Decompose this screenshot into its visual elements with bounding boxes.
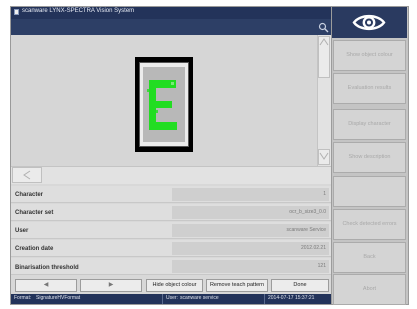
search-icon[interactable] [318,22,329,33]
display-character-button[interactable]: Display character [333,109,406,140]
status-format-label: Format: [14,295,32,301]
property-value-character-set: ocr_b_size3_0.0 [172,206,329,219]
property-value-character: 1 [172,188,329,201]
viewer-toolbar [11,19,331,35]
next-button[interactable]: ▶ [80,279,142,292]
status-user-value: scanware service [180,295,219,301]
status-format-value: SignatureHVFormat [36,295,81,301]
glyph-e [147,80,177,130]
property-label-creation-date: Creation date [15,246,54,252]
app-icon [14,9,19,15]
property-label-binarisation-threshold: Binarisation threshold [15,265,79,271]
character-glyph [147,80,177,130]
property-value-user: scanware Service [172,224,329,237]
status-divider [162,294,163,304]
check-detected-errors-button[interactable]: Check detected errors [333,209,406,240]
chevron-up-icon [319,38,329,46]
show-description-button[interactable]: Show description [333,142,406,173]
chevron-left-icon [23,170,31,180]
previous-button[interactable]: ◀ [15,279,77,292]
show-object-colour-button[interactable]: Show object colour [333,40,406,71]
remove-teach-pattern-button[interactable]: Remove teach pattern [206,279,268,292]
status-datetime: 2014-07-17 15:37:21 [268,295,315,301]
chevron-down-icon [319,152,329,160]
done-button[interactable]: Done [271,279,329,292]
window-title: scanware LYNX-SPECTRA Vision System [22,8,135,14]
property-label-character: Character [15,192,44,198]
back-button[interactable]: Back [333,242,406,273]
hide-object-colour-button[interactable]: Hide object colour [146,279,203,292]
status-user-label: User: [166,295,178,301]
evaluation-results-button[interactable]: Evaluation results [333,73,406,104]
empty-side-button[interactable] [333,176,406,207]
property-label-character-set: Character set [15,210,54,216]
property-value-binarisation-threshold: 121 [172,260,329,273]
property-label-user: User [15,228,29,234]
property-value-creation-date: 2012.02.21 [172,242,329,255]
eye-icon [352,14,386,31]
status-divider [264,294,265,304]
abort-button[interactable]: Abort [333,274,406,305]
horizontal-scrollbar[interactable] [11,166,331,184]
